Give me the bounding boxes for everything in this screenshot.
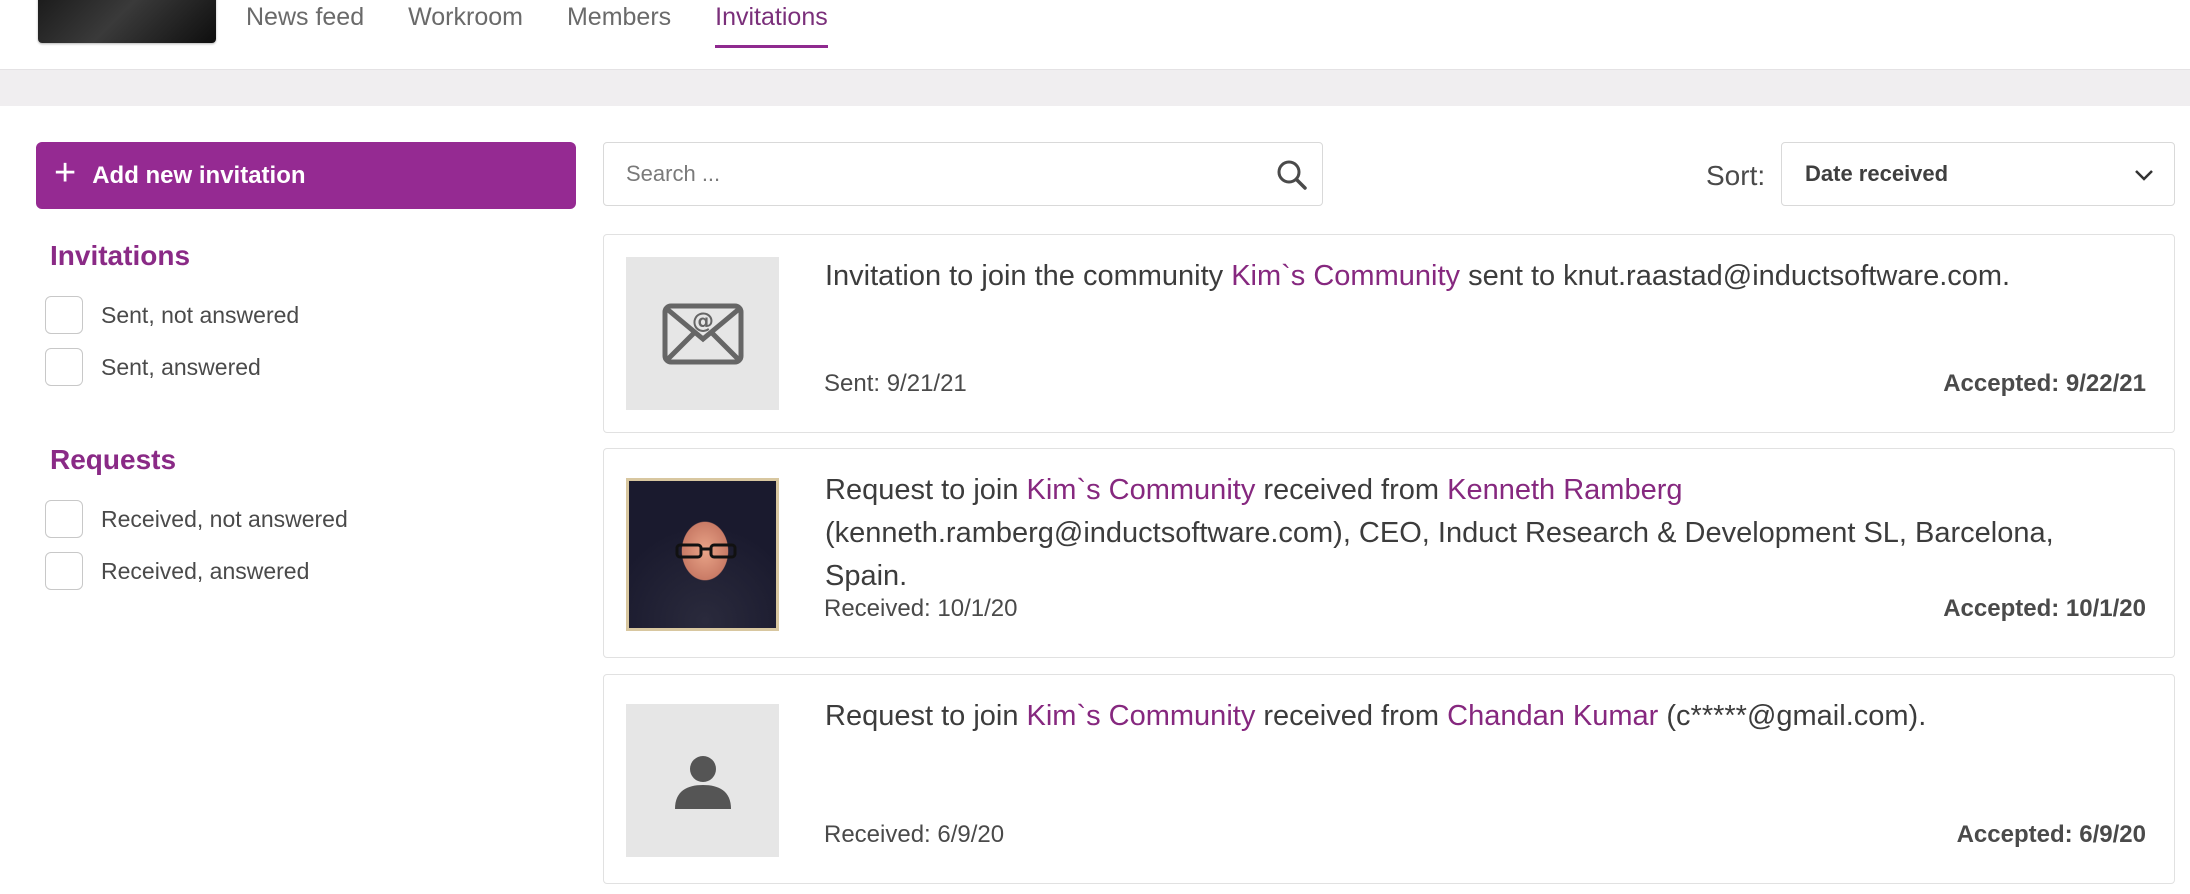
add-new-invitation-label: Add new invitation [92,161,306,189]
add-new-invitation-button[interactable]: + Add new invitation [36,142,576,209]
person-placeholder-icon [674,755,731,809]
accepted-date: Accepted: 6/9/20 [1956,821,2146,848]
received-date: Received: 6/9/20 [824,821,1005,848]
list-item-invitation[interactable]: @ Invitation to join the community Kim`s… [603,234,2175,433]
plus-icon: + [54,151,77,194]
profile-photo [626,478,779,631]
top-navigation: News feed Workroom Members Invitations [0,0,2190,70]
community-logo[interactable] [38,0,216,43]
chevron-down-icon [2135,170,2153,181]
filter-sent-answered[interactable]: Sent, answered [45,348,261,386]
sent-date: Sent: 9/21/21 [824,370,967,397]
checkbox[interactable] [45,348,83,386]
glasses-graphic [675,543,737,559]
accepted-date: Accepted: 10/1/20 [1943,595,2146,622]
sort-value: Date received [1805,161,1949,186]
svg-text:@: @ [692,309,714,334]
received-date: Received: 10/1/20 [824,595,1018,622]
filter-received-answered[interactable]: Received, answered [45,552,309,590]
tab-workroom[interactable]: Workroom [408,0,523,48]
tab-members[interactable]: Members [567,0,671,48]
invitations-heading: Invitations [50,240,191,271]
invitation-message: Invitation to join the community Kim`s C… [825,260,2011,292]
tab-invitations[interactable]: Invitations [715,0,828,48]
filter-label: Sent, answered [101,353,261,380]
request-message: Request to join Kim`s Community received… [825,700,1927,732]
list-item-request[interactable]: Request to join Kim`s Community received… [603,448,2175,658]
person-link[interactable]: Chandan Kumar [1447,700,1658,732]
list-item-request[interactable]: Request to join Kim`s Community received… [603,674,2175,884]
checkbox[interactable] [45,296,83,334]
thumbnail: @ [626,257,779,410]
filter-label: Received, answered [101,557,310,584]
thumbnail [626,478,779,631]
filter-label: Sent, not answered [101,301,300,328]
requests-heading: Requests [50,444,177,475]
community-link[interactable]: Kim`s Community [1231,260,1460,292]
sort-select[interactable]: Date received [1781,142,2175,206]
nav-tabs: News feed Workroom Members Invitations [246,0,828,50]
filter-sent-not-answered[interactable]: Sent, not answered [45,296,299,334]
person-link[interactable]: Kenneth Ramberg [1447,474,1682,506]
search-input[interactable] [626,161,1246,187]
tab-news-feed[interactable]: News feed [246,0,364,48]
search-icon[interactable] [1274,157,1310,193]
section-divider-band [0,70,2190,106]
envelope-at-icon: @ [662,303,743,364]
sort-label: Sort: [1706,160,1766,191]
filter-received-not-answered[interactable]: Received, not answered [45,500,348,538]
thumbnail [626,704,779,857]
accepted-date: Accepted: 9/22/21 [1943,370,2146,397]
search-box [603,142,1323,206]
checkbox[interactable] [45,500,83,538]
checkbox[interactable] [45,552,83,590]
request-message: Request to join Kim`s Community received… [825,474,2054,592]
filter-label: Received, not answered [101,505,348,532]
community-link[interactable]: Kim`s Community [1027,700,1256,732]
community-link[interactable]: Kim`s Community [1027,474,1256,506]
